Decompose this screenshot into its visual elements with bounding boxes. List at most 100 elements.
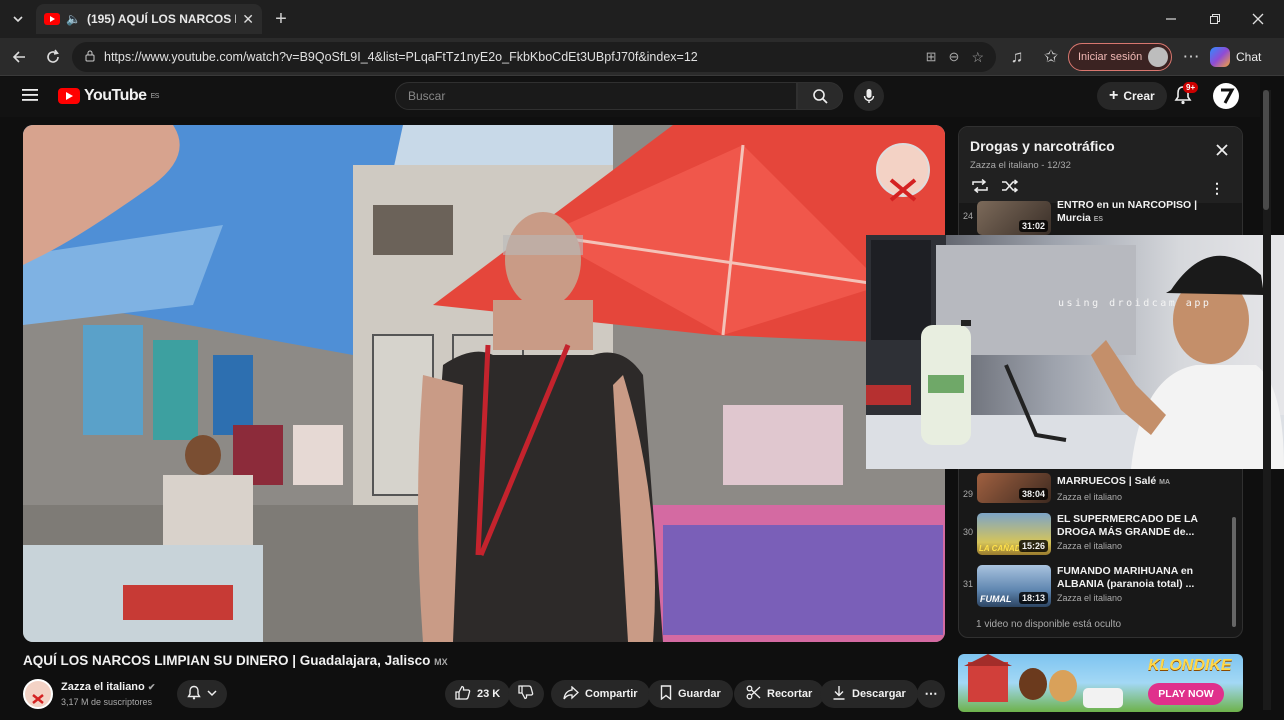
- tab-title: (195) AQUÍ LOS NARCOS LIMPI: [86, 12, 236, 26]
- playlist-item-thumbnail: LA CAÑADA 15:26: [977, 513, 1051, 555]
- hidden-videos-note: 1 video no disponible está oculto: [976, 619, 1122, 630]
- channel-avatar[interactable]: [23, 679, 53, 709]
- playlist-item-title: FUMANDO MARIHUANA en ALBANIA (paranoia t…: [1057, 565, 1195, 590]
- bookmark-icon: [660, 685, 672, 703]
- dislike-button[interactable]: [508, 680, 544, 708]
- favorite-star-icon[interactable]: ☆: [971, 49, 984, 66]
- playlist-item-duration: 31:02: [1018, 220, 1048, 232]
- shuffle-icon[interactable]: [1001, 179, 1019, 198]
- restore-icon[interactable]: [1202, 6, 1228, 32]
- share-arrow-icon: [563, 685, 579, 703]
- playlist-item-channel: Zazza el italiano: [1057, 593, 1123, 603]
- thumbs-down-icon: [518, 685, 534, 703]
- bell-icon: [187, 685, 201, 703]
- video-frame-image: [23, 125, 945, 642]
- search-input[interactable]: Buscar: [395, 82, 797, 110]
- zoom-icon[interactable]: ⊖: [949, 49, 960, 65]
- youtube-logo[interactable]: YouTube ES: [58, 87, 159, 105]
- playlist-item-index: 30: [962, 527, 973, 537]
- page-scrollbar[interactable]: [1263, 90, 1271, 710]
- new-tab-plus-icon[interactable]: +: [268, 6, 294, 32]
- verified-icon: ✔: [147, 682, 156, 692]
- playlist-item-thumbnail: 38:04: [977, 473, 1051, 503]
- save-button[interactable]: Guardar: [648, 680, 733, 708]
- playlist-header: Drogas y narcotráfico Zazza el italiano …: [959, 127, 1242, 203]
- notifications-bell-icon[interactable]: 9+: [1174, 82, 1199, 110]
- search-button[interactable]: [797, 82, 843, 110]
- playlist-item[interactable]: 30 LA CAÑADA 15:26 EL SUPERMERCADO DE LA…: [959, 511, 1242, 559]
- webcam-image: [866, 235, 1284, 469]
- playlist-item[interactable]: 29 38:04 MARRUECOS | Salé MA Zazza el it…: [959, 473, 1242, 509]
- copilot-chat-button[interactable]: Chat: [1210, 43, 1261, 71]
- favorites-icon[interactable]: ✩: [1038, 44, 1064, 70]
- close-window-icon[interactable]: [1245, 6, 1271, 32]
- create-label: Crear: [1123, 89, 1155, 103]
- notification-badge: 9+: [1183, 82, 1199, 93]
- more-actions-button[interactable]: ⋯: [917, 680, 945, 708]
- browser-tab-active[interactable]: 🔈 (195) AQUÍ LOS NARCOS LIMPI ✕: [36, 4, 262, 34]
- playlist-item[interactable]: 24 31:02 ENTRO en un NARCOPISO | Murcia …: [959, 199, 1242, 235]
- voice-search-button[interactable]: [854, 81, 884, 111]
- url-text[interactable]: https://www.youtube.com/watch?v=B9QoSfL9…: [104, 50, 918, 64]
- playlist-item-thumbnail: FUMAL 18:13: [977, 565, 1051, 607]
- speaker-icon[interactable]: 🔈: [66, 12, 81, 26]
- ad-cta-button[interactable]: PLAY NOW: [1148, 683, 1224, 705]
- signin-label: Iniciar sesión: [1078, 51, 1143, 63]
- address-bar[interactable]: https://www.youtube.com/watch?v=B9QoSfL9…: [72, 42, 996, 72]
- playlist-item-index: 31: [962, 579, 973, 589]
- loop-icon[interactable]: [971, 178, 989, 198]
- signin-button[interactable]: Iniciar sesión: [1068, 43, 1172, 71]
- chat-label: Chat: [1236, 50, 1262, 64]
- like-button[interactable]: 23 K: [445, 680, 511, 708]
- playlist-item-title: ENTRO en un NARCOPISO | Murcia ES: [1057, 199, 1198, 224]
- close-tab-icon[interactable]: ✕: [242, 11, 254, 28]
- playlist-item[interactable]: 31 FUMAL 18:13 FUMANDO MARIHUANA en ALBA…: [959, 563, 1242, 611]
- channel-name[interactable]: Zazza el italiano ✔: [61, 681, 155, 693]
- logo-text: YouTube: [84, 87, 147, 104]
- playlist-subtitle[interactable]: Zazza el italiano - 12/32: [970, 160, 1071, 171]
- youtube-play-icon: [58, 88, 80, 104]
- read-aloud-icon[interactable]: ♫: [1004, 44, 1030, 70]
- playlist-item-duration: 15:26: [1018, 540, 1048, 552]
- webcam-overlay: using droidcam app: [866, 235, 1284, 469]
- playlist-item-index: 29: [962, 489, 973, 499]
- share-button[interactable]: Compartir: [551, 680, 650, 708]
- video-title: AQUÍ LOS NARCOS LIMPIAN SU DINERO | Guad…: [23, 653, 448, 668]
- clip-label: Recortar: [767, 688, 813, 700]
- copilot-icon: [1210, 47, 1230, 67]
- playlist-scroll-thumb[interactable]: [1232, 517, 1236, 627]
- hamburger-menu-icon[interactable]: [22, 88, 38, 107]
- video-player[interactable]: [23, 125, 945, 642]
- download-label: Descargar: [852, 688, 906, 700]
- playlist-more-icon[interactable]: ⋮: [1210, 180, 1224, 197]
- ad-brand: KLONDIKE: [1148, 657, 1232, 674]
- share-label: Compartir: [585, 688, 638, 700]
- subscription-bell-button[interactable]: [177, 680, 227, 708]
- site-info-icon[interactable]: [84, 50, 96, 65]
- thumbnail-caption: FUMAL: [980, 594, 1012, 604]
- app-available-icon[interactable]: ⊞: [926, 49, 937, 65]
- playlist-item-title: EL SUPERMERCADO DE LA DROGA MÁS GRANDE d…: [1057, 513, 1198, 538]
- back-arrow-icon[interactable]: [6, 44, 32, 70]
- microphone-icon: [863, 89, 875, 103]
- download-button[interactable]: Descargar: [820, 680, 918, 708]
- close-playlist-icon[interactable]: [1216, 143, 1228, 161]
- ad-banner[interactable]: KLONDIKE PLAY NOW: [958, 654, 1243, 712]
- playlist-item-channel: Zazza el italiano: [1057, 492, 1123, 502]
- playlist-title[interactable]: Drogas y narcotráfico: [970, 138, 1115, 154]
- more-menu-icon[interactable]: ⋯: [1178, 44, 1204, 70]
- account-avatar[interactable]: [1213, 83, 1239, 109]
- page-scroll-thumb[interactable]: [1263, 90, 1269, 210]
- logo-region: ES: [150, 92, 160, 100]
- tab-list-chevron-icon[interactable]: [5, 6, 31, 32]
- profile-avatar: [1148, 47, 1168, 67]
- more-horizontal-icon: ⋯: [924, 686, 938, 701]
- refresh-icon[interactable]: [40, 44, 66, 70]
- minimize-icon[interactable]: [1158, 6, 1184, 32]
- create-button[interactable]: + Crear: [1097, 82, 1167, 110]
- save-label: Guardar: [678, 688, 721, 700]
- scissors-icon: [746, 685, 761, 703]
- clip-button[interactable]: Recortar: [734, 680, 825, 708]
- playlist-item-index: 24: [962, 211, 973, 221]
- browser-toolbar: https://www.youtube.com/watch?v=B9QoSfL9…: [0, 38, 1284, 76]
